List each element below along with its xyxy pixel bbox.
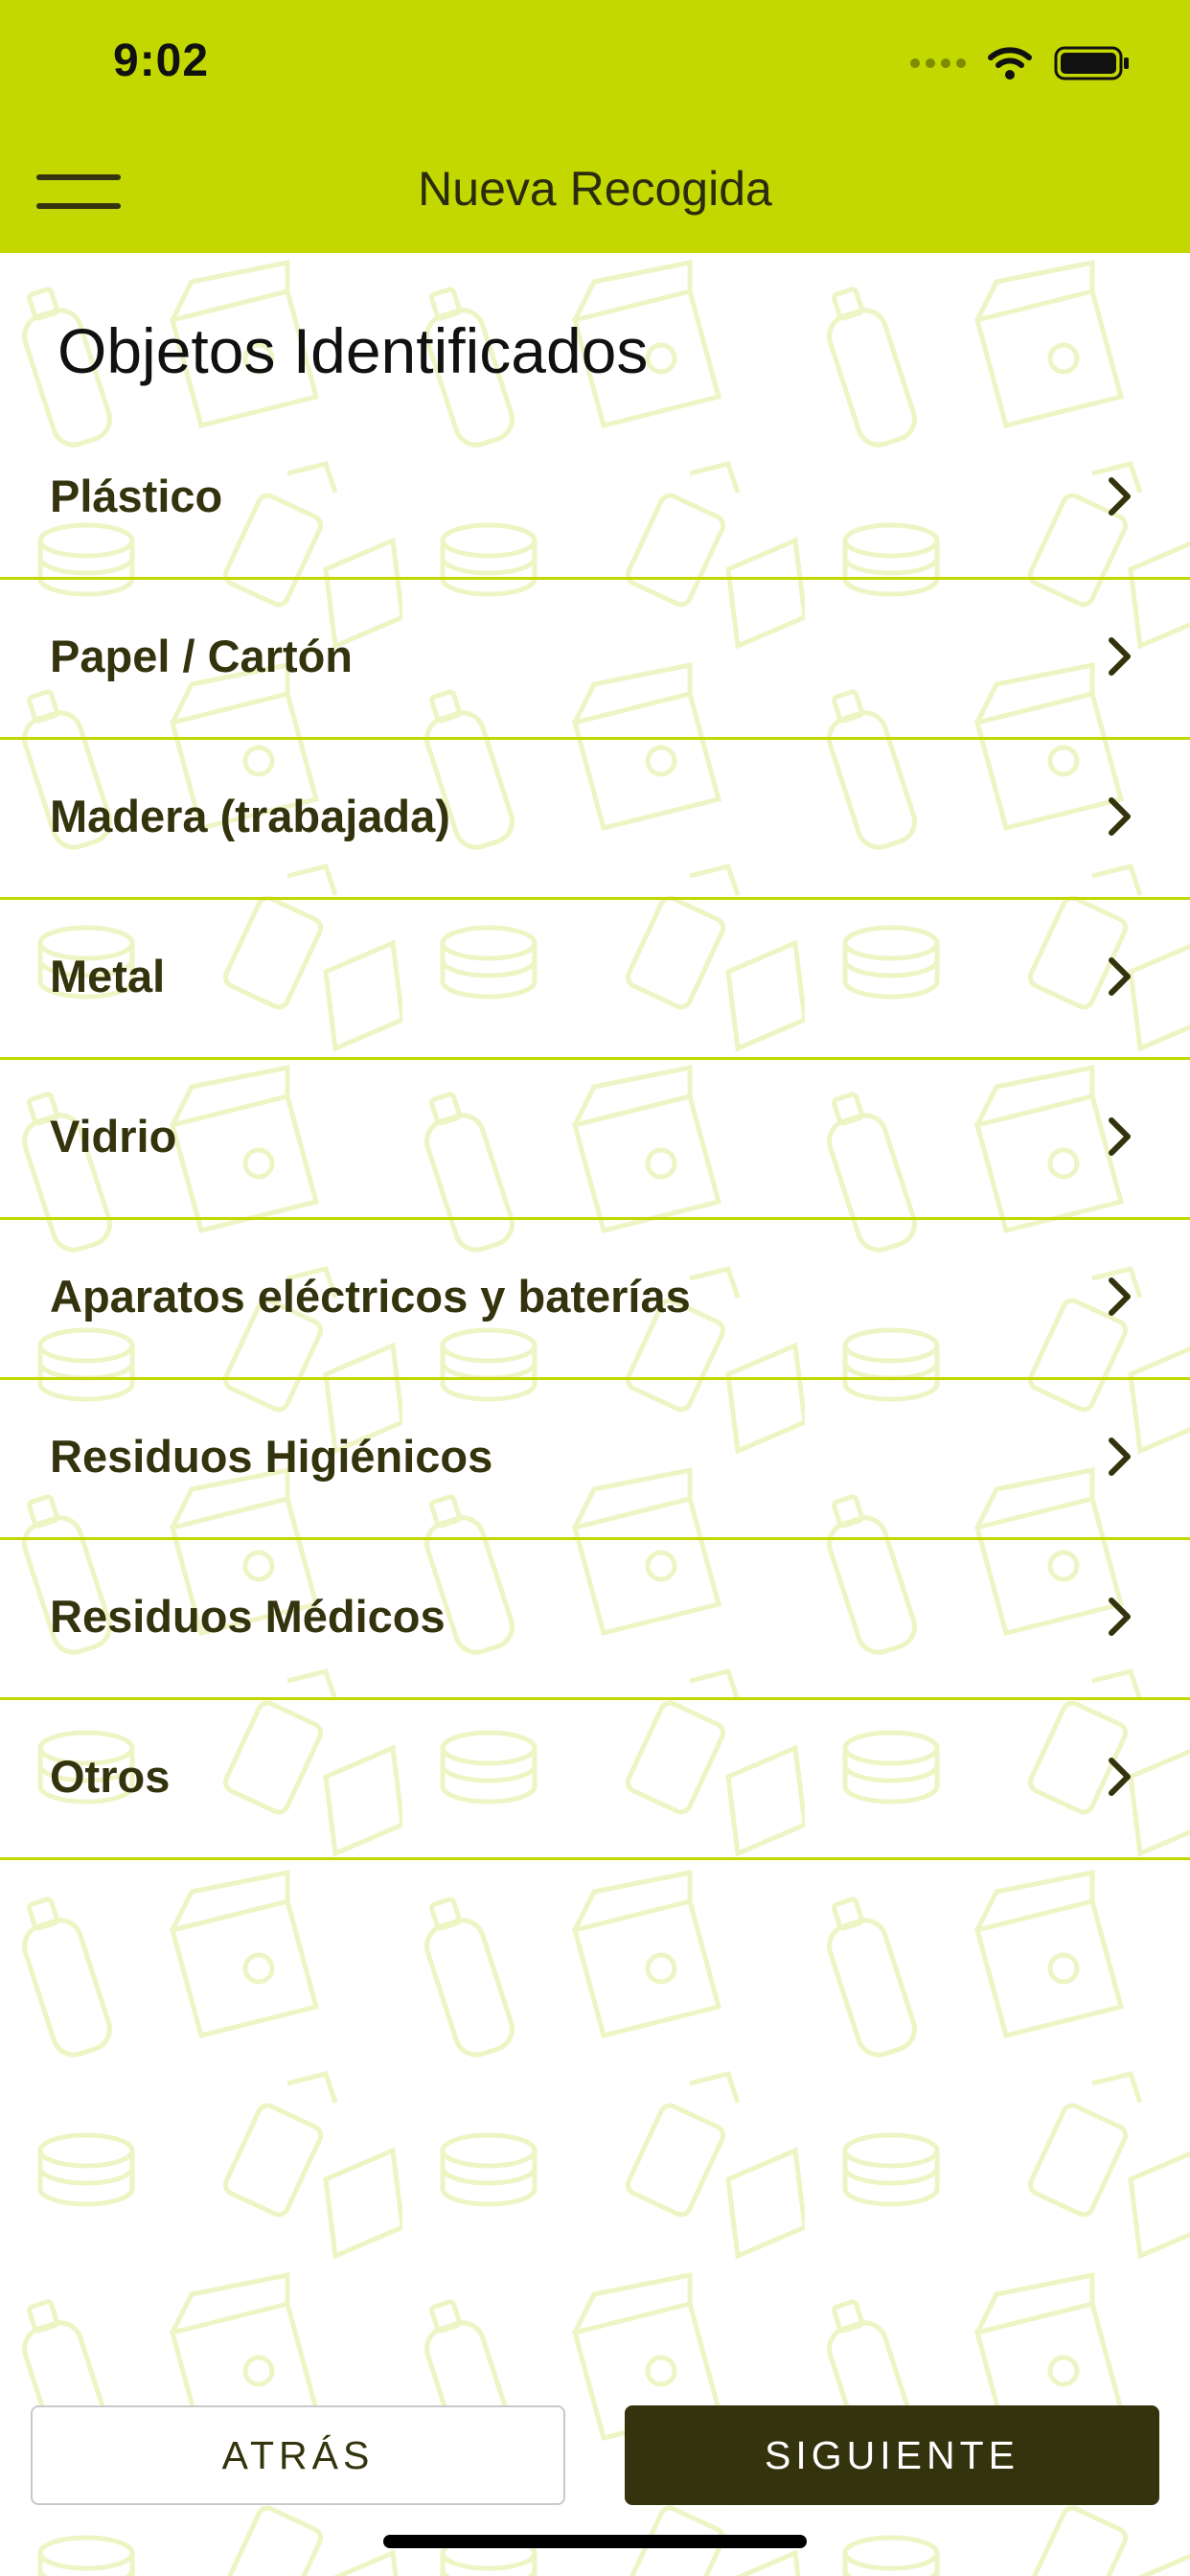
category-item-aparatos-electricos[interactable]: Aparatos eléctricos y baterías <box>0 1220 1190 1380</box>
chevron-right-icon <box>1109 1438 1131 1476</box>
category-item-papel-carton[interactable]: Papel / Cartón <box>0 580 1190 740</box>
category-label: Residuos Higiénicos <box>50 1431 493 1482</box>
home-indicator[interactable] <box>383 2535 807 2548</box>
chevron-right-icon <box>1109 1117 1131 1156</box>
chevron-right-icon <box>1109 1758 1131 1796</box>
chevron-right-icon <box>1109 957 1131 996</box>
category-label: Aparatos eléctricos y baterías <box>50 1271 691 1322</box>
category-item-metal[interactable]: Metal <box>0 900 1190 1060</box>
category-label: Madera (trabajada) <box>50 791 450 841</box>
wifi-icon <box>988 47 1032 80</box>
category-label: Papel / Cartón <box>50 631 354 681</box>
category-label: Vidrio <box>50 1111 177 1162</box>
category-item-vidrio[interactable]: Vidrio <box>0 1060 1190 1220</box>
chevron-right-icon <box>1109 637 1131 676</box>
chevron-right-icon <box>1109 1598 1131 1636</box>
signal-dots-icon <box>910 58 966 68</box>
category-label: Plástico <box>50 471 223 521</box>
battery-icon <box>1054 46 1129 80</box>
app-screen: 9:02 Nueva Recogida Objetos Identificado… <box>0 0 1190 2576</box>
section-title: Objetos Identificados <box>57 315 649 386</box>
chevron-right-icon <box>1109 797 1131 836</box>
category-list: Plástico Papel / Cartón Madera (trabajad… <box>0 420 1190 1860</box>
category-label: Otros <box>50 1751 171 1802</box>
category-item-residuos-higienicos[interactable]: Residuos Higiénicos <box>0 1380 1190 1540</box>
category-item-plastico[interactable]: Plástico <box>0 420 1190 580</box>
chevron-right-icon <box>1109 1277 1131 1316</box>
category-label: Metal <box>50 951 166 1001</box>
page-title: Nueva Recogida <box>418 162 772 216</box>
category-label: Residuos Médicos <box>50 1591 446 1642</box>
back-button[interactable]: ATRÁS <box>31 2405 565 2505</box>
app-header: 9:02 Nueva Recogida <box>0 0 1190 253</box>
status-icons <box>910 42 1131 84</box>
next-button[interactable]: SIGUIENTE <box>625 2405 1159 2505</box>
category-item-otros[interactable]: Otros <box>0 1700 1190 1860</box>
category-item-residuos-medicos[interactable]: Residuos Médicos <box>0 1540 1190 1700</box>
status-time: 9:02 <box>113 35 210 86</box>
category-item-madera[interactable]: Madera (trabajada) <box>0 740 1190 900</box>
chevron-right-icon <box>1109 477 1131 516</box>
